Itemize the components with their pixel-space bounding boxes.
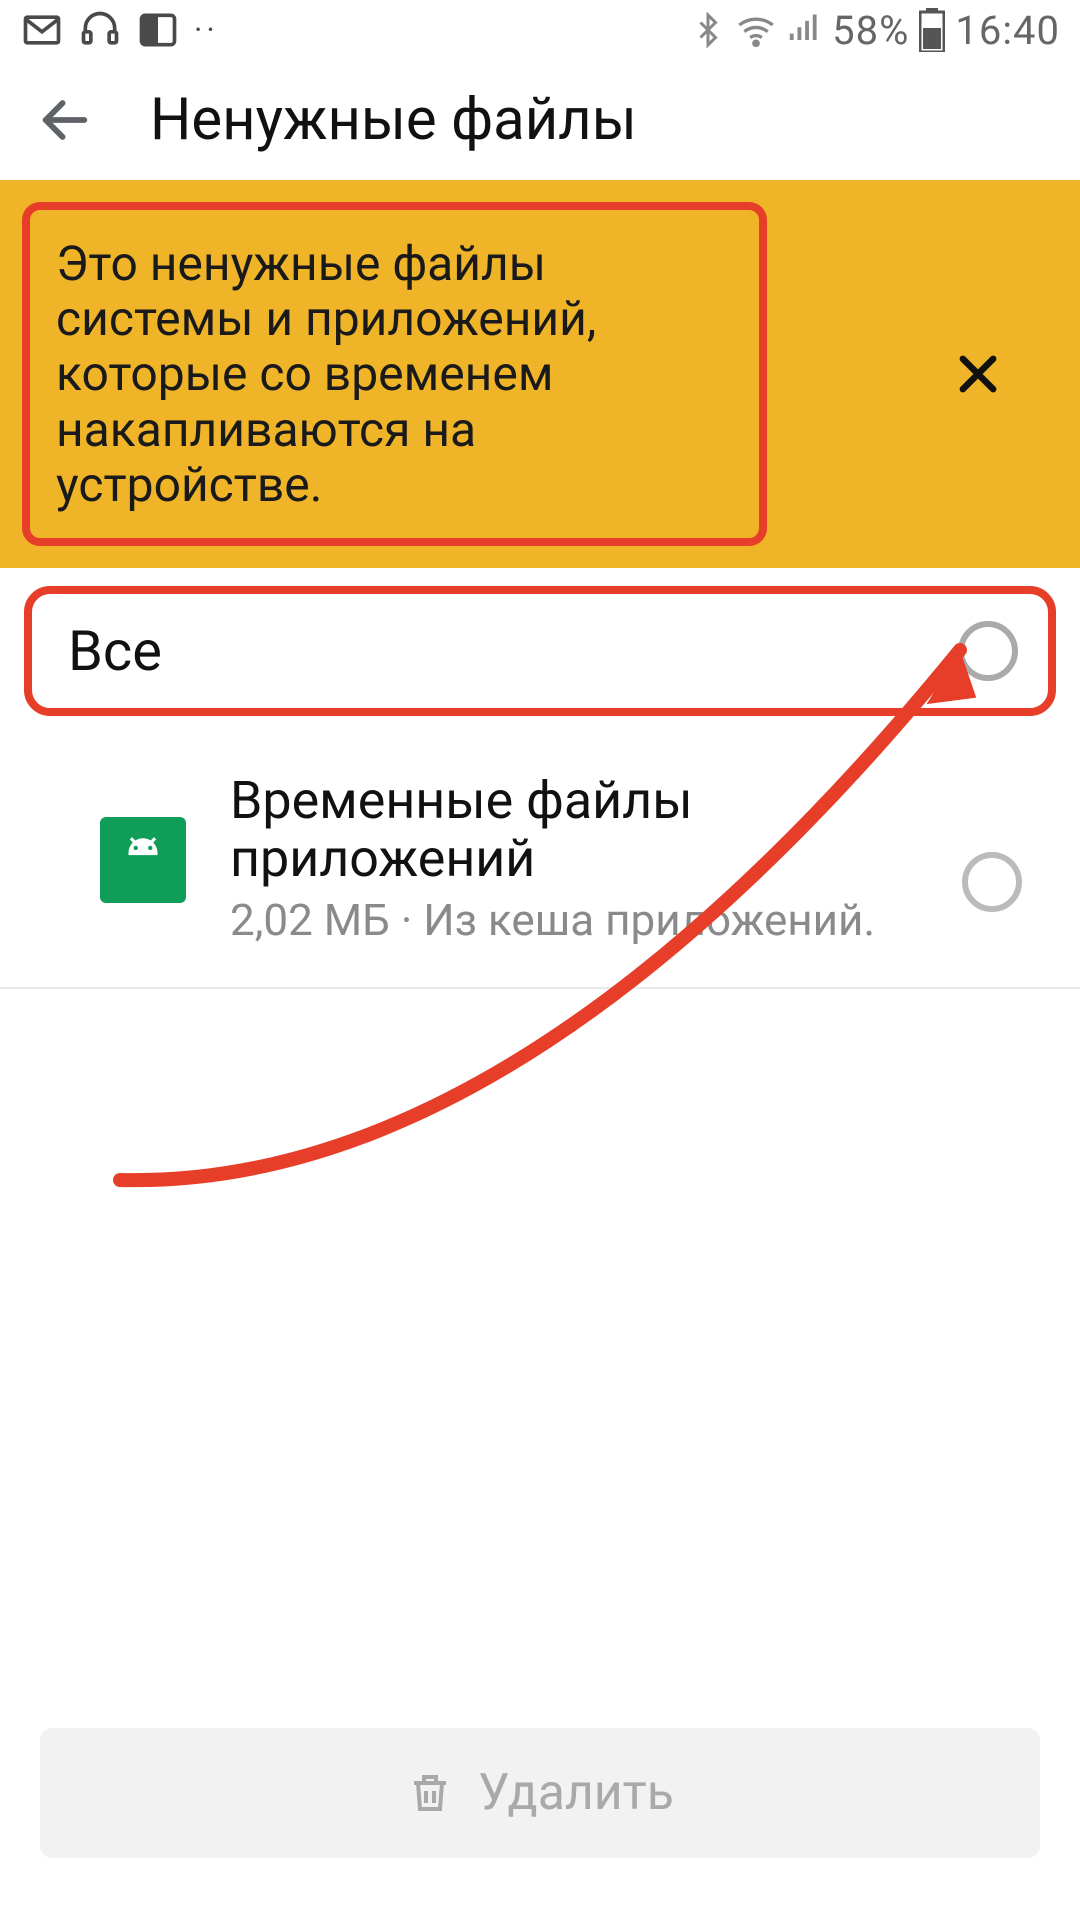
- wifi-icon: [736, 10, 776, 50]
- delete-button[interactable]: Удалить: [40, 1728, 1040, 1858]
- item-text: Временные файлы приложений 2,02 МБ · Из …: [186, 772, 962, 947]
- tab-icon: [136, 8, 180, 52]
- select-all-row[interactable]: Все: [24, 586, 1056, 716]
- app-bar: Ненужные файлы: [0, 60, 1080, 180]
- delete-label: Удалить: [478, 1764, 674, 1822]
- status-left-icons: ··: [20, 8, 219, 52]
- battery-percent: 58%: [832, 7, 909, 54]
- item-title: Временные файлы приложений: [230, 772, 942, 888]
- android-icon: [100, 817, 186, 903]
- mail-icon: [20, 8, 64, 52]
- item-subtitle: 2,02 МБ · Из кеша приложений.: [230, 894, 942, 947]
- status-bar: ·· 58% 16:40: [0, 0, 1080, 60]
- info-banner: Это ненужные файлы системы и приложений,…: [0, 180, 1080, 568]
- close-icon: [952, 348, 1004, 400]
- bluetooth-icon: [690, 12, 726, 48]
- list-item[interactable]: Временные файлы приложений 2,02 МБ · Из …: [0, 742, 1080, 989]
- bottom-bar: Удалить: [0, 1690, 1080, 1920]
- back-button[interactable]: [30, 85, 100, 155]
- status-right: 58% 16:40: [690, 7, 1060, 54]
- banner-close-button[interactable]: [946, 342, 1010, 406]
- signal-icon: [786, 12, 822, 48]
- clock-text: 16:40: [955, 7, 1060, 54]
- more-icon: ··: [194, 11, 219, 49]
- battery-icon: [919, 8, 945, 52]
- item-radio[interactable]: [962, 852, 1022, 912]
- banner-highlight: Это ненужные файлы системы и приложений,…: [22, 202, 767, 546]
- file-list: Временные файлы приложений 2,02 МБ · Из …: [0, 742, 1080, 989]
- banner-text: Это ненужные файлы системы и приложений,…: [56, 236, 733, 512]
- page-title: Ненужные файлы: [150, 86, 637, 154]
- select-all-label: Все: [68, 618, 162, 684]
- select-all-radio[interactable]: [958, 621, 1018, 681]
- arrow-left-icon: [36, 91, 94, 149]
- trash-icon: [406, 1769, 454, 1817]
- headset-icon: [78, 8, 122, 52]
